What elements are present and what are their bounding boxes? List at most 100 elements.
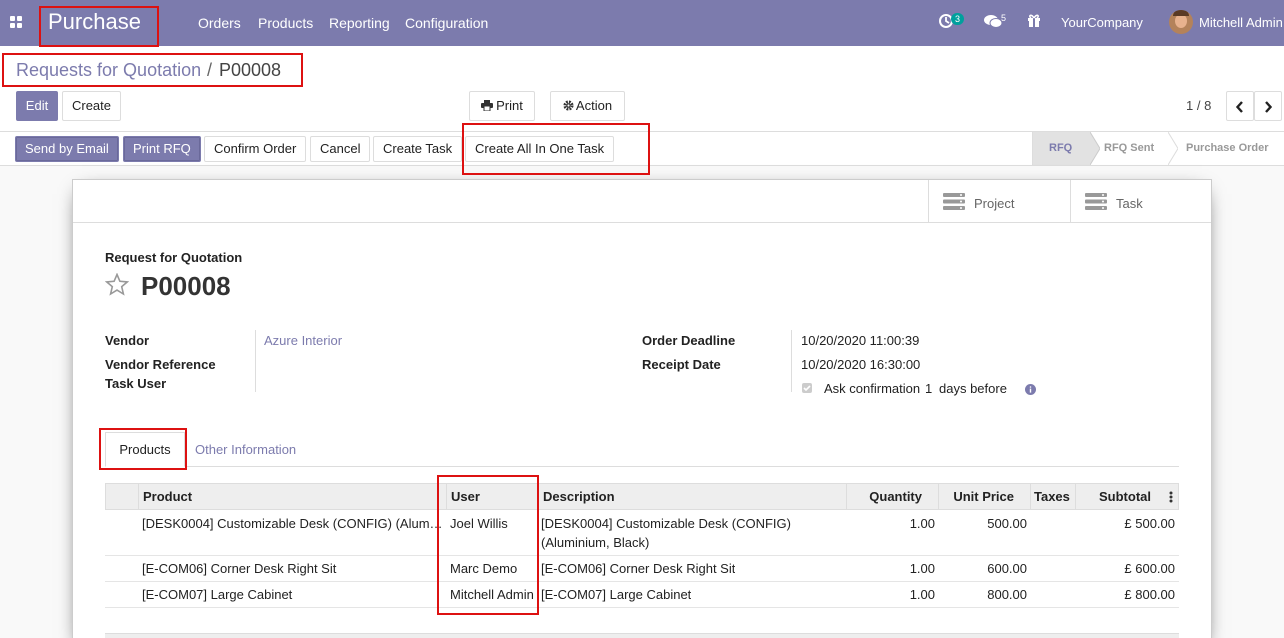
vendor-field[interactable]: Azure Interior [264,333,342,348]
column-header-user[interactable]: User [451,484,480,510]
stage-rfq[interactable]: RFQ [1033,132,1090,165]
server-icon [943,193,965,213]
menu-configuration[interactable]: Configuration [405,15,488,31]
ask-confirmation-days[interactable]: 1 [925,381,932,396]
print-icon [481,93,494,121]
line-product[interactable]: [DESK0004] Customizable Desk (CONFIG) (A… [142,514,442,533]
line-unit-price[interactable]: 600.00 [937,559,1027,578]
messages-icon[interactable] [984,14,1003,32]
line-description[interactable]: [E-COM07] Large Cabinet [541,585,691,604]
ask-confirmation-label: Ask confirmation [824,381,921,396]
line-user[interactable]: Mitchell Admin [450,585,534,604]
breadcrumb-parent[interactable]: Requests for Quotation [16,60,201,81]
apps-menu-icon[interactable] [10,16,22,28]
line-quantity[interactable]: 1.00 [845,559,935,578]
table-row[interactable]: [DESK0004] Customizable Desk (CONFIG) (A… [105,511,1179,556]
project-smart-button[interactable]: Project [928,180,1070,223]
pager-previous-button[interactable] [1226,91,1254,121]
column-header-quantity[interactable]: Quantity [846,484,922,510]
pager-value[interactable]: 1 / 8 [1186,98,1211,113]
company-switcher[interactable]: YourCompany [1061,15,1143,30]
top-navbar: Purchase Orders Products Reporting Confi… [0,0,1284,46]
tab-products[interactable]: Products [105,432,185,467]
tab-other-information[interactable]: Other Information [195,442,296,457]
order-deadline-label: Order Deadline [642,333,736,348]
confirm-order-button[interactable]: Confirm Order [204,136,307,162]
table-row[interactable]: [E-COM06] Corner Desk Right Sit Marc Dem… [105,556,1179,582]
line-user[interactable]: Marc Demo [450,559,517,578]
order-lines-header: Product User Description Quantity Unit P… [105,483,1179,510]
column-header-taxes[interactable]: Taxes [1034,484,1070,510]
column-header-product[interactable]: Product [143,484,192,510]
table-row[interactable]: [E-COM07] Large Cabinet Mitchell Admin [… [105,582,1179,608]
create-task-button[interactable]: Create Task [373,136,463,162]
info-icon[interactable] [1025,383,1036,398]
line-unit-price[interactable]: 800.00 [937,585,1027,604]
column-separator [1030,484,1031,510]
print-rfq-button[interactable]: Print RFQ [123,136,201,162]
field-separator [255,330,256,392]
line-quantity[interactable]: 1.00 [845,514,935,533]
gear-icon [563,93,574,121]
avatar[interactable] [1169,10,1193,34]
column-header-subtotal[interactable]: Subtotal [1075,484,1151,510]
edit-button[interactable]: Edit [16,91,58,121]
task-smart-button[interactable]: Task [1070,180,1211,223]
status-bar: Send by Email Print RFQ Confirm Order Ca… [0,132,1284,166]
stage-rfq-sent[interactable]: RFQ Sent [1088,132,1168,165]
breadcrumb-current: P00008 [219,60,282,80]
gift-icon[interactable] [1027,13,1041,31]
line-user[interactable]: Joel Willis [450,514,508,533]
breadcrumb-separator: / [207,60,213,80]
vendor-reference-label: Vendor Reference [105,357,216,372]
order-deadline-field[interactable]: 10/20/2020 11:00:39 [801,333,919,348]
column-options-icon[interactable] [1169,491,1173,506]
control-panel: Requests for Quotation / P00008 Edit Cre… [0,46,1284,132]
line-product[interactable]: [E-COM07] Large Cabinet [142,585,442,604]
messages-badge: 5 [1001,13,1007,23]
stage-purchase-order[interactable]: Purchase Order [1170,132,1284,165]
menu-orders[interactable]: Orders [198,15,241,31]
line-description[interactable]: [DESK0004] Customizable Desk (CONFIG) [541,514,791,533]
record-name: P00008 [141,271,231,301]
action-dropdown[interactable]: Action [550,91,625,121]
line-subtotal: £ 800.00 [1124,587,1175,602]
star-icon[interactable] [104,272,130,299]
line-product[interactable]: [E-COM06] Corner Desk Right Sit [142,559,442,578]
line-subtotal: £ 600.00 [1124,561,1175,576]
activity-badge: 3 [951,13,965,25]
print-dropdown[interactable]: Print [469,91,535,121]
receipt-date-field[interactable]: 10/20/2020 16:30:00 [801,357,920,372]
column-separator [538,484,539,510]
tabs-underline [105,466,1179,467]
action-label: Action [575,98,613,113]
receipt-date-label: Receipt Date [642,357,721,372]
column-separator [446,484,447,510]
field-separator [791,330,792,392]
send-by-email-button[interactable]: Send by Email [15,136,119,162]
smart-buttons-bar: Project Task [73,180,1211,223]
project-label: Project [974,196,1015,211]
stage-pipeline: RFQ RFQ Sent Purchase Order [1032,132,1284,165]
line-description-continued[interactable]: (Aluminium, Black) [541,533,649,552]
pager-next-button[interactable] [1254,91,1282,121]
ask-confirmation-suffix: days before [939,381,1007,396]
create-button[interactable]: Create [62,91,121,121]
form-sheet: Project Task Request for Quotation P0000… [72,179,1212,638]
order-lines-footer [105,633,1179,638]
document-type-label: Request for Quotation [105,250,243,265]
column-separator [138,484,139,510]
create-all-in-one-task-button[interactable]: Create All In One Task [465,136,615,162]
user-menu[interactable]: Mitchell Admin [1199,15,1283,30]
menu-products[interactable]: Products [258,15,313,31]
server-icon [1085,193,1107,213]
line-quantity[interactable]: 1.00 [845,585,935,604]
column-header-unit-price[interactable]: Unit Price [938,484,1014,510]
column-header-description[interactable]: Description [543,484,615,510]
app-title[interactable]: Purchase [48,9,141,35]
cancel-button[interactable]: Cancel [310,136,371,162]
line-description[interactable]: [E-COM06] Corner Desk Right Sit [541,559,735,578]
menu-reporting[interactable]: Reporting [329,15,390,31]
line-unit-price[interactable]: 500.00 [937,514,1027,533]
ask-confirmation-checkbox[interactable] [802,383,812,393]
